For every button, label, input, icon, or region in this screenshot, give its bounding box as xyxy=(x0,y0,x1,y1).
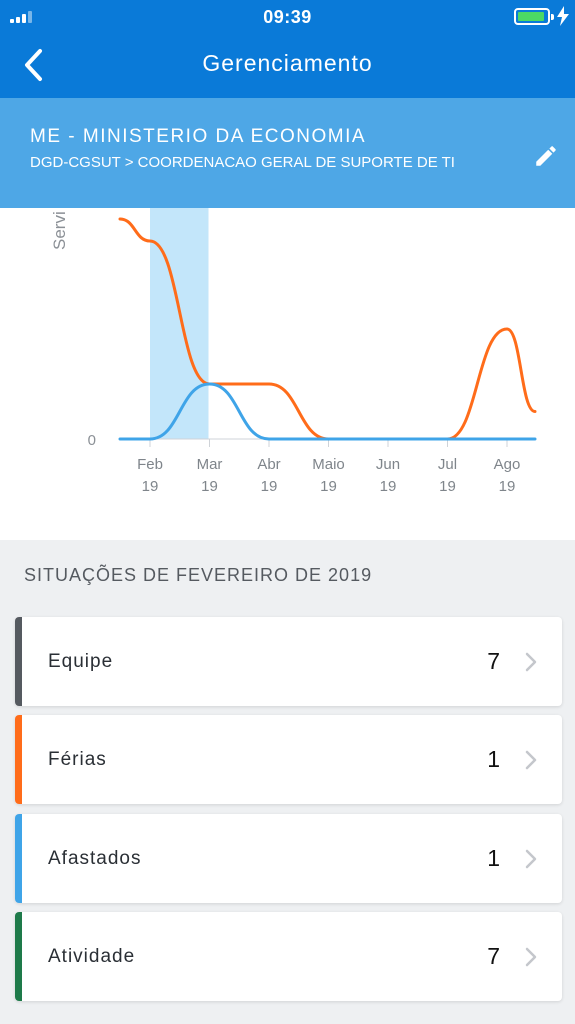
x-tick-label: 19 xyxy=(380,478,397,495)
selected-month-band xyxy=(150,208,209,439)
x-tick-label: Abr xyxy=(257,456,280,473)
nav-bar: Gerenciamento xyxy=(0,34,575,98)
x-tick-label: Ago xyxy=(494,456,521,473)
row-label: Férias xyxy=(48,749,107,770)
y-axis-label: Servi xyxy=(50,211,69,250)
organization-name: ME - MINISTERIO DA ECONOMIA xyxy=(30,126,367,147)
x-tick-label: 19 xyxy=(261,478,278,495)
x-tick-label: Maio xyxy=(312,456,345,473)
row-color-strip xyxy=(15,814,22,903)
row-count: 1 xyxy=(487,845,500,871)
status-bar: 09:39 xyxy=(0,0,575,34)
section-title: SITUAÇÕES DE FEVEREIRO DE 2019 xyxy=(24,565,373,585)
y-tick-label: 0 xyxy=(88,432,96,449)
edit-button[interactable] xyxy=(533,143,559,169)
row-label: Afastados xyxy=(48,848,142,869)
department-path: DGD-CGSUT > COORDENACAO GERAL DE SUPORTE… xyxy=(30,154,455,171)
x-tick-label: Feb xyxy=(137,456,163,473)
organization-header: ME - MINISTERIO DA ECONOMIA DGD-CGSUT > … xyxy=(0,98,575,208)
battery-icon xyxy=(514,8,554,25)
x-tick-label: 19 xyxy=(499,478,516,495)
row-count: 7 xyxy=(487,648,500,674)
row-color-strip xyxy=(15,912,22,1001)
x-tick-label: Mar xyxy=(197,456,223,473)
row-label: Atividade xyxy=(48,946,136,967)
x-tick-label: 19 xyxy=(439,478,456,495)
x-tick-label: Jun xyxy=(376,456,400,473)
x-tick-label: 19 xyxy=(142,478,159,495)
chevron-right-icon xyxy=(525,947,537,967)
x-tick-label: 19 xyxy=(201,478,218,495)
chevron-right-icon xyxy=(525,652,537,672)
x-tick-label: 19 xyxy=(320,478,337,495)
row-color-strip xyxy=(15,715,22,804)
chevron-right-icon xyxy=(525,849,537,869)
situation-row-afastados[interactable]: Afastados 1 xyxy=(15,814,562,903)
charging-bolt-icon xyxy=(557,6,569,26)
chevron-right-icon xyxy=(525,750,537,770)
page-title: Gerenciamento xyxy=(202,50,373,76)
line-chart[interactable]: Servi 0 Feb 19 Mar 19 Abr 19 Maio 19 Jun 19 Jul 19 Ago… xyxy=(0,208,575,540)
x-tick-label: Jul xyxy=(438,456,457,473)
row-count: 7 xyxy=(487,943,500,969)
row-count: 1 xyxy=(487,746,500,772)
situation-row-atividade[interactable]: Atividade 7 xyxy=(15,912,562,1001)
row-color-strip xyxy=(15,617,22,706)
situation-row-equipe[interactable]: Equipe 7 xyxy=(15,617,562,706)
pencil-icon xyxy=(536,146,556,166)
row-label: Equipe xyxy=(48,651,114,672)
situation-row-ferias[interactable]: Férias 1 xyxy=(15,715,562,804)
status-time: 09:39 xyxy=(263,7,312,27)
chart-card: Servi 0 Feb 19 Mar 19 Abr 19 Maio 19 Jun 19 Jul 19 Ago… xyxy=(0,208,575,540)
